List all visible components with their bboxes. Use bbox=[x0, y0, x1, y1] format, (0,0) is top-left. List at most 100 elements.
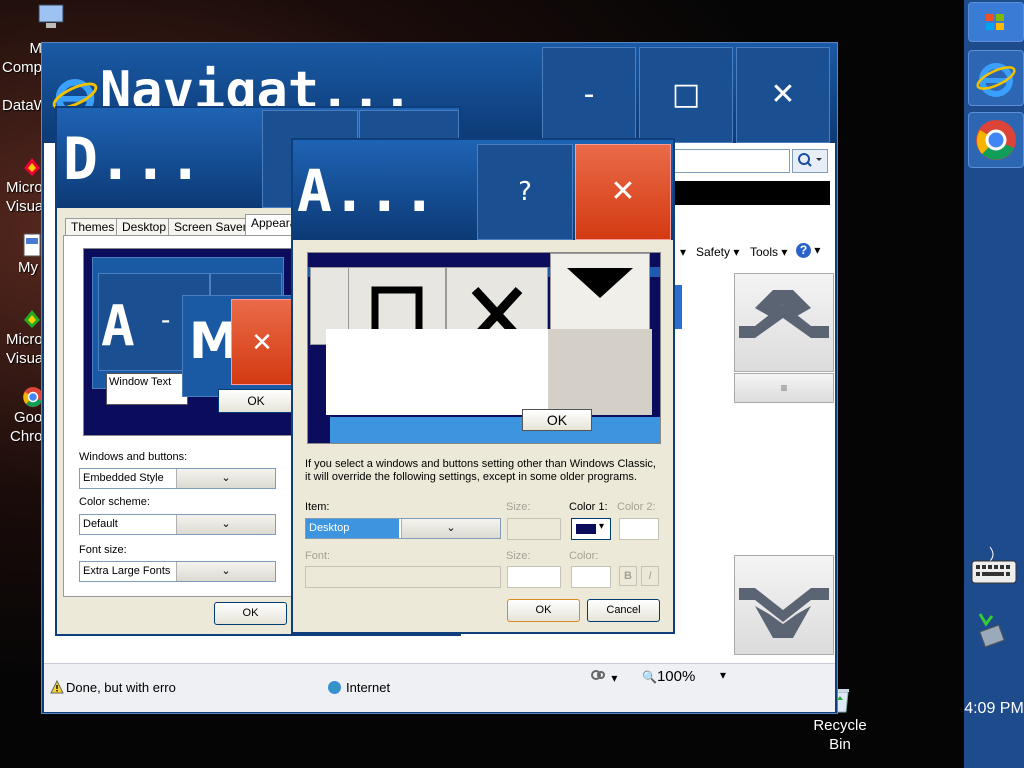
icon-label: Chro bbox=[10, 428, 43, 445]
preview-ok: OK bbox=[522, 409, 592, 431]
visual-studio-icon bbox=[24, 158, 40, 176]
scroll-thumb[interactable]: ≡ bbox=[734, 373, 834, 403]
search-input[interactable] bbox=[674, 149, 790, 173]
color2-label: Color 2: bbox=[617, 501, 656, 513]
advanced-preview: OK bbox=[307, 252, 661, 444]
safety-menu[interactable]: Safety ▾ bbox=[696, 245, 739, 259]
start-button[interactable] bbox=[968, 2, 1024, 42]
status-bar: Done, but with erro Internet ▾ 🔍100% ▾ bbox=[44, 663, 835, 712]
scroll-down-button[interactable] bbox=[734, 555, 834, 655]
preview-dropdown-button bbox=[550, 253, 650, 331]
page-menu-chevron[interactable]: ▾ bbox=[680, 245, 686, 259]
advanced-cancel-button[interactable]: Cancel bbox=[587, 599, 660, 622]
tab-strip bbox=[674, 181, 830, 205]
italic-button[interactable]: I bbox=[641, 566, 659, 586]
font-size-label: Size: bbox=[506, 550, 531, 562]
zoom-icon: 🔍 bbox=[642, 670, 657, 684]
item-select[interactable]: Desktop ⌄ bbox=[305, 518, 501, 539]
chevron-down-icon: ⌄ bbox=[176, 515, 275, 534]
protected-mode-button[interactable]: ▾ bbox=[590, 668, 617, 685]
advanced-title-bar[interactable]: A... ? ✕ bbox=[293, 140, 673, 240]
network-tray-icon[interactable] bbox=[972, 610, 1012, 654]
bold-button[interactable]: B bbox=[619, 566, 637, 586]
icon-label: Recycle bbox=[813, 717, 867, 734]
font-select[interactable] bbox=[305, 566, 501, 588]
search-icon bbox=[798, 153, 822, 167]
desktop-icon-visual-2[interactable]: Micro Visua bbox=[0, 308, 43, 368]
chevron-down-icon: ⌄ bbox=[401, 519, 500, 538]
display-title: D... bbox=[63, 125, 203, 193]
on-screen-keyboard-icon[interactable] bbox=[970, 545, 1018, 587]
internet-explorer-icon bbox=[976, 63, 1016, 97]
help-menu[interactable]: ? ▾ bbox=[796, 243, 820, 258]
icon-label: Goo bbox=[14, 409, 43, 426]
item-value: Desktop bbox=[306, 519, 399, 538]
scroll-down-icon bbox=[739, 588, 829, 638]
warning-icon bbox=[50, 680, 64, 694]
font-color-picker[interactable] bbox=[571, 566, 611, 588]
preview-close-button: ✕ bbox=[231, 299, 293, 385]
font-label: Font: bbox=[305, 550, 331, 562]
internet-zone-icon bbox=[328, 681, 341, 694]
minimize-button[interactable]: - bbox=[542, 47, 636, 143]
font-size-value: Extra Large Fonts bbox=[83, 565, 171, 577]
color2-picker[interactable] bbox=[619, 518, 659, 540]
taskbar: 4:09 PM bbox=[964, 0, 1024, 768]
font-size-select[interactable]: Extra Large Fonts ⌄ bbox=[79, 561, 276, 582]
color-scheme-label: Color scheme: bbox=[79, 496, 150, 508]
status-text: Done, but with erro bbox=[66, 680, 176, 695]
color1-label: Color 1: bbox=[569, 501, 608, 513]
font-size-select[interactable] bbox=[507, 566, 561, 588]
scroll-up-button[interactable] bbox=[734, 273, 834, 372]
preview-ok-button: OK bbox=[218, 389, 294, 413]
triangle-down-icon bbox=[567, 268, 633, 298]
preview-caption-a: A bbox=[101, 294, 135, 359]
preview-selection-bar bbox=[330, 417, 660, 443]
color-scheme-value: Default bbox=[83, 518, 118, 530]
desktop-icon-dataw[interactable]: DataW bbox=[0, 96, 48, 115]
chrome-icon bbox=[976, 120, 1016, 160]
color-swatch bbox=[576, 524, 596, 534]
size-spinner[interactable] bbox=[507, 518, 561, 540]
maximize-button[interactable]: □ bbox=[639, 47, 733, 143]
zoom-dropdown[interactable]: ▾ bbox=[720, 668, 726, 682]
advanced-title: A... bbox=[297, 157, 437, 225]
preview-minimize-glyph: - bbox=[161, 304, 171, 335]
size-label: Size: bbox=[506, 501, 531, 513]
windows-buttons-label: Windows and buttons: bbox=[79, 451, 188, 463]
advanced-appearance-dialog: A... ? ✕ OK If you select a windows and … bbox=[291, 138, 675, 634]
advanced-close-button[interactable]: ✕ bbox=[575, 144, 671, 240]
search-button[interactable] bbox=[792, 149, 828, 173]
zone-label: Internet bbox=[346, 680, 391, 695]
advanced-ok-button[interactable]: OK bbox=[507, 599, 580, 622]
icon-label: Micro bbox=[6, 179, 43, 196]
icon-label: Bin bbox=[829, 736, 851, 753]
tools-menu[interactable]: Tools ▾ bbox=[750, 245, 787, 259]
windows-buttons-value: Embedded Style bbox=[83, 472, 164, 484]
desktop-icon-my-docs[interactable]: My bbox=[0, 232, 42, 277]
display-ok-button[interactable]: OK bbox=[214, 602, 287, 625]
preview-window-body bbox=[326, 329, 548, 415]
taskbar-chrome-button[interactable] bbox=[968, 112, 1024, 168]
windows-buttons-select[interactable]: Embedded Style ⌄ bbox=[79, 468, 276, 489]
color1-picker[interactable]: ▾ bbox=[571, 518, 611, 540]
close-button[interactable]: ✕ bbox=[736, 47, 830, 143]
chevron-down-icon: ⌄ bbox=[176, 469, 275, 488]
advanced-help-button[interactable]: ? bbox=[477, 144, 573, 240]
document-icon bbox=[23, 233, 41, 257]
icon-label: Visua bbox=[6, 198, 44, 215]
visual-studio-icon bbox=[24, 310, 40, 328]
chevron-down-icon: ⌄ bbox=[176, 562, 275, 581]
computer-icon bbox=[38, 4, 64, 28]
desktop-icon-visual-1[interactable]: Micro Visua bbox=[0, 156, 44, 216]
color-scheme-select[interactable]: Default ⌄ bbox=[79, 514, 276, 535]
font-size-label: Font size: bbox=[79, 544, 127, 556]
desktop-icon-chrome[interactable]: Goo Chro bbox=[0, 386, 43, 446]
taskbar-ie-button[interactable] bbox=[968, 50, 1024, 106]
help-icon: ? bbox=[796, 243, 811, 258]
zoom-button[interactable]: 🔍100% bbox=[642, 668, 695, 685]
item-label: Item: bbox=[305, 501, 330, 513]
clock[interactable]: 4:09 PM bbox=[964, 700, 1024, 718]
tools-label: Tools bbox=[750, 245, 779, 259]
safety-label: Safety bbox=[696, 245, 731, 259]
